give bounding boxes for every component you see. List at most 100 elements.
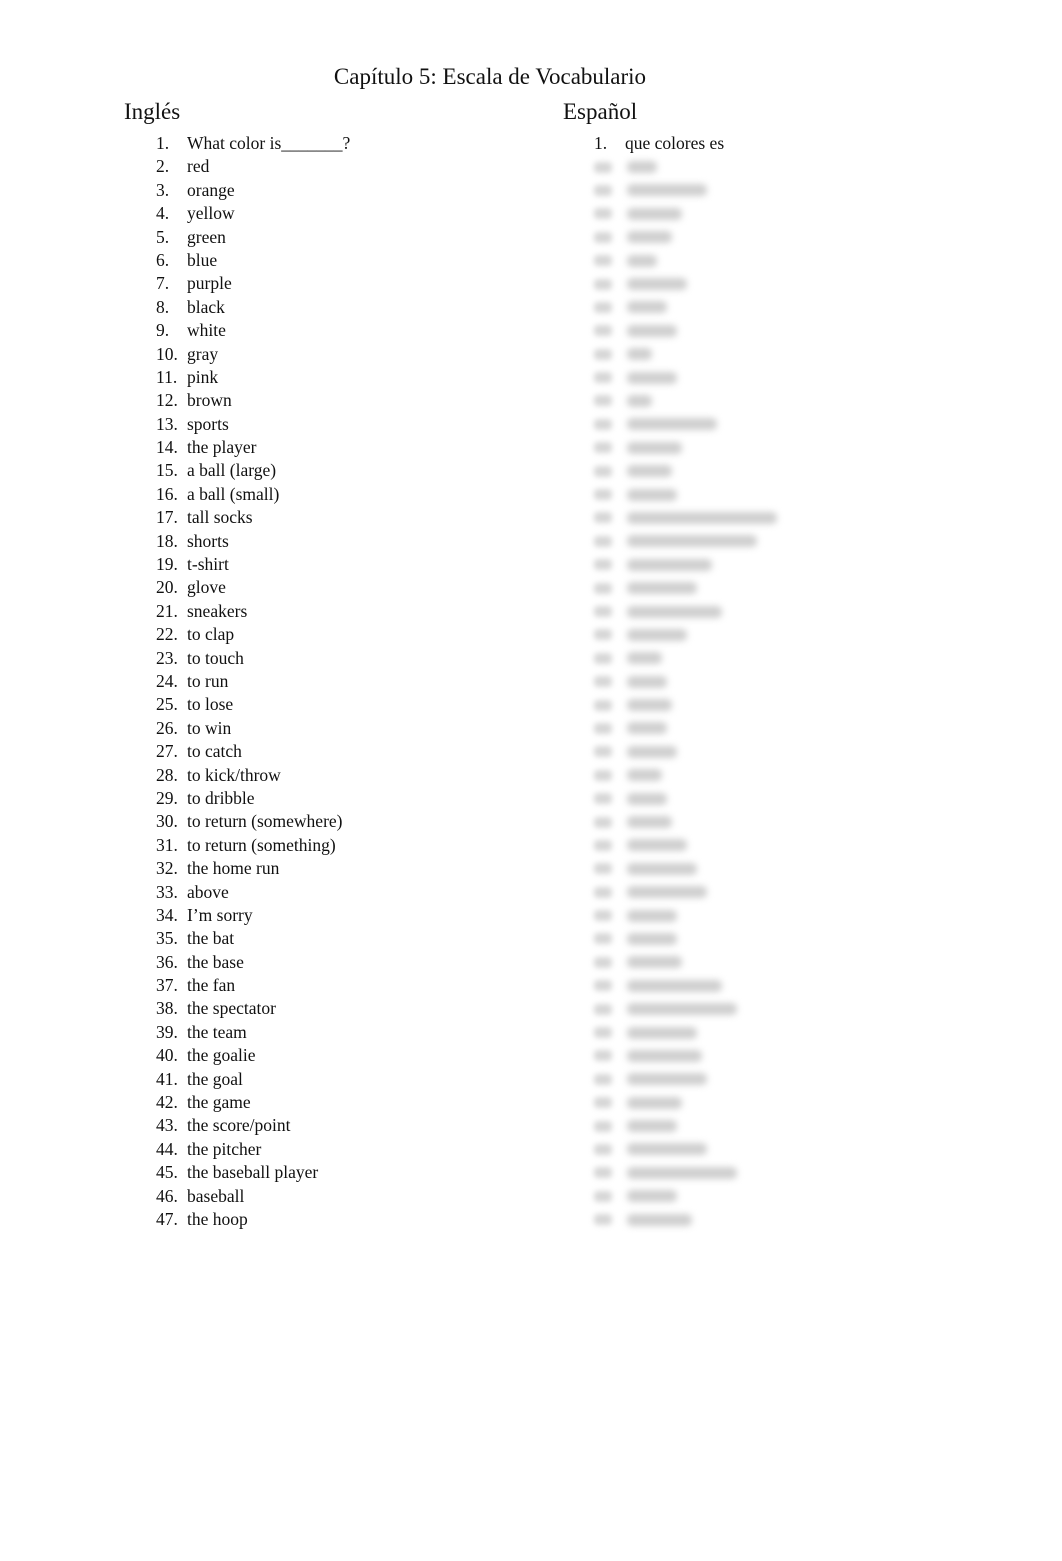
obscured-text — [627, 1143, 707, 1156]
english-vocab-item: 30. to return (somewhere) — [156, 810, 350, 833]
item-number: 16. — [156, 483, 178, 504]
obscured-number — [594, 1073, 612, 1085]
obscured-number — [594, 489, 612, 501]
item-number: 10. — [156, 343, 178, 364]
item-number: 38. — [156, 998, 178, 1019]
spanish-vocab-item-obscured — [594, 1138, 777, 1161]
english-vocab-item: 2. red — [156, 155, 350, 178]
item-number: 41. — [156, 1068, 178, 1089]
item-number: 31. — [156, 834, 178, 855]
obscured-number — [594, 559, 612, 571]
english-column-header: Inglés — [124, 99, 181, 124]
spanish-vocab-item-obscured — [594, 319, 777, 342]
spanish-vocab-item-obscured — [594, 343, 777, 366]
spanish-vocab-item-obscured — [594, 202, 777, 225]
item-number: 1. — [156, 133, 170, 153]
obscured-text — [627, 1213, 692, 1226]
obscured-number — [594, 910, 612, 922]
obscured-text — [627, 184, 707, 197]
spanish-vocab-item-obscured — [594, 1114, 777, 1137]
item-text: the game — [187, 1092, 251, 1113]
obscured-number — [594, 255, 612, 267]
item-number: 12. — [156, 390, 178, 411]
spanish-vocab-item-obscured — [594, 974, 777, 997]
item-text: a ball (large) — [187, 460, 277, 481]
english-vocab-item: 43. the score/point — [156, 1114, 350, 1137]
obscured-number — [594, 231, 612, 243]
english-vocab-item: 40. the goalie — [156, 1044, 350, 1067]
spanish-vocab-item-obscured — [594, 623, 777, 646]
english-vocab-item: 32. the home run — [156, 857, 350, 880]
english-vocab-item: 14. the player — [156, 436, 350, 459]
item-number: 17. — [156, 507, 178, 528]
english-vocab-item: 20. glove — [156, 576, 350, 599]
spanish-vocab-item-obscured — [594, 436, 777, 459]
obscured-text — [627, 441, 682, 454]
spanish-vocab-item-obscured — [594, 997, 777, 1020]
spanish-vocab-item-obscured — [594, 1091, 777, 1114]
item-text: to dribble — [187, 787, 255, 808]
item-number: 34. — [156, 904, 178, 925]
obscured-number — [594, 839, 612, 851]
spanish-vocab-item-obscured — [594, 576, 777, 599]
obscured-number — [594, 161, 612, 173]
spanish-vocab-item-obscured — [594, 693, 777, 716]
item-text: the home run — [187, 858, 280, 879]
spanish-vocab-item-obscured — [594, 904, 777, 927]
item-text: the baseball player — [187, 1162, 319, 1183]
spanish-vocab-item-obscured — [594, 296, 777, 319]
obscured-number — [594, 1050, 612, 1062]
obscured-text — [627, 675, 667, 688]
spanish-vocab-item-obscured — [594, 834, 777, 857]
obscured-number — [594, 184, 612, 196]
obscured-text — [627, 1096, 682, 1109]
item-text: orange — [187, 179, 235, 200]
obscured-text — [627, 418, 717, 431]
item-text: blue — [187, 249, 218, 270]
item-text: glove — [187, 577, 226, 598]
item-number: 3. — [156, 179, 170, 200]
obscured-number — [594, 886, 612, 898]
spanish-vocab-item-obscured — [594, 740, 777, 763]
english-vocab-item: 41. the goal — [156, 1068, 350, 1091]
item-number: 22. — [156, 624, 178, 645]
item-text: the player — [187, 437, 257, 458]
obscured-text — [627, 909, 677, 922]
item-number: 15. — [156, 460, 178, 481]
obscured-number — [594, 816, 612, 828]
spanish-vocab-item-obscured — [594, 647, 777, 670]
item-text: the pitcher — [187, 1138, 262, 1159]
item-text: sneakers — [187, 600, 248, 621]
english-vocab-item: 39. the team — [156, 1021, 350, 1044]
obscured-number — [594, 348, 612, 360]
item-text: purple — [187, 273, 232, 294]
spanish-vocab-item-obscured — [594, 553, 777, 576]
english-vocab-item: 46. baseball — [156, 1185, 350, 1208]
item-text: above — [187, 881, 229, 902]
item-text: to run — [187, 670, 229, 691]
obscured-text — [627, 699, 672, 712]
obscured-number — [594, 1143, 612, 1155]
item-text: white — [187, 320, 226, 341]
obscured-text — [627, 886, 707, 899]
obscured-number — [594, 208, 612, 220]
english-vocab-item: 27. to catch — [156, 740, 350, 763]
item-text: a ball (small) — [187, 483, 280, 504]
obscured-number — [594, 1003, 612, 1015]
item-text: to win — [187, 717, 232, 738]
spanish-vocab-item-obscured — [594, 764, 777, 787]
obscured-number — [594, 372, 612, 384]
item-number: 42. — [156, 1092, 178, 1113]
english-vocab-item: 18. shorts — [156, 530, 350, 553]
obscured-text — [627, 207, 682, 220]
english-vocab-item: 3. orange — [156, 179, 350, 202]
english-vocab-item: 22. to clap — [156, 623, 350, 646]
item-text: to return (somewhere) — [187, 811, 343, 832]
item-text: the hoop — [187, 1208, 248, 1229]
obscured-text — [627, 769, 662, 782]
obscured-number — [594, 1027, 612, 1039]
item-text: the fan — [187, 975, 236, 996]
spanish-vocab-item-obscured — [594, 366, 777, 389]
english-vocab-item: 47. the hoop — [156, 1208, 350, 1231]
english-vocab-item: 35. the bat — [156, 927, 350, 950]
